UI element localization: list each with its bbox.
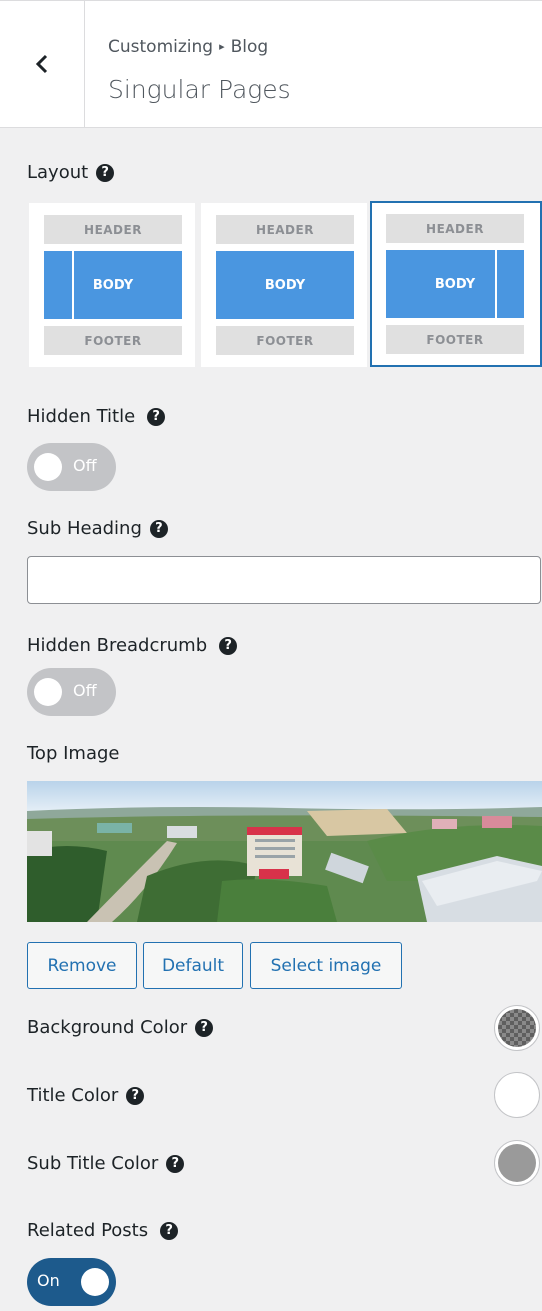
hidden-title-toggle[interactable]: Off xyxy=(27,443,116,491)
layout-option-right-sidebar[interactable]: HEADER BODY FOOTER xyxy=(370,201,542,367)
sidebar-divider xyxy=(72,251,74,319)
page-title: Singular Pages xyxy=(108,75,291,104)
help-icon[interactable]: ? xyxy=(126,1086,145,1105)
select-image-button[interactable]: Select image xyxy=(250,942,402,989)
back-button[interactable] xyxy=(0,1,85,127)
toggle-knob xyxy=(81,1268,109,1296)
related-posts-toggle[interactable]: On xyxy=(27,1258,116,1306)
title-color-fill xyxy=(498,1076,536,1114)
layout-footer-block: FOOTER xyxy=(44,326,182,355)
related-posts-label: Related Posts ? xyxy=(27,1220,179,1241)
layout-option-no-sidebar[interactable]: HEADER BODY FOOTER xyxy=(201,203,367,367)
layout-body-block: BODY xyxy=(386,250,524,318)
layout-header-block: HEADER xyxy=(44,215,182,244)
hidden-title-label: Hidden Title ? xyxy=(27,406,166,427)
title-color-label: Title Color ? xyxy=(27,1085,145,1106)
sub-heading-label-text: Sub Heading xyxy=(27,518,142,539)
breadcrumb-section: Blog xyxy=(230,37,269,57)
toggle-knob xyxy=(34,678,62,706)
layout-body-block: BODY xyxy=(216,251,354,319)
toggle-knob xyxy=(34,453,62,481)
layout-header-block: HEADER xyxy=(216,215,354,244)
sub-title-color-fill xyxy=(498,1144,536,1182)
hidden-title-label-text: Hidden Title xyxy=(27,406,136,427)
layout-footer-block: FOOTER xyxy=(216,326,354,355)
customizer-header: Customizing ▸ Blog Singular Pages xyxy=(0,0,542,128)
chevron-left-icon xyxy=(35,54,48,74)
help-icon[interactable]: ? xyxy=(166,1154,185,1173)
hidden-breadcrumb-toggle[interactable]: Off xyxy=(27,668,116,716)
help-icon[interactable]: ? xyxy=(149,519,168,538)
help-icon[interactable]: ? xyxy=(195,1018,214,1037)
breadcrumb: Customizing ▸ Blog xyxy=(108,37,268,57)
toggle-state-label: Off xyxy=(73,456,97,475)
hidden-breadcrumb-label-text: Hidden Breadcrumb xyxy=(27,635,208,656)
background-color-label: Background Color ? xyxy=(27,1017,214,1038)
remove-image-button[interactable]: Remove xyxy=(27,942,137,989)
background-color-swatch[interactable] xyxy=(494,1005,540,1051)
default-image-button[interactable]: Default xyxy=(143,942,243,989)
layout-header-block: HEADER xyxy=(386,214,524,243)
help-icon[interactable]: ? xyxy=(96,163,115,182)
top-image-label: Top Image xyxy=(27,743,119,764)
layout-footer-block: FOOTER xyxy=(386,325,524,354)
sub-title-color-swatch[interactable] xyxy=(494,1140,540,1186)
sub-heading-input[interactable] xyxy=(27,556,541,604)
related-posts-label-text: Related Posts xyxy=(27,1220,149,1241)
transparent-checker-swatch xyxy=(498,1009,536,1047)
layout-label: Layout ? xyxy=(27,162,115,183)
title-color-label-text: Title Color xyxy=(27,1085,119,1106)
breadcrumb-root: Customizing xyxy=(108,37,214,57)
background-color-label-text: Background Color xyxy=(27,1017,188,1038)
toggle-state-label: On xyxy=(37,1271,60,1290)
help-icon[interactable]: ? xyxy=(147,407,166,426)
breadcrumb-separator: ▸ xyxy=(219,40,225,53)
layout-options: HEADER BODY FOOTER HEADER BODY FOOTER HE… xyxy=(29,201,542,368)
toggle-state-label: Off xyxy=(73,681,97,700)
title-color-swatch[interactable] xyxy=(494,1072,540,1118)
help-icon[interactable]: ? xyxy=(219,636,238,655)
layout-body-block: BODY xyxy=(44,251,182,319)
sidebar-divider xyxy=(495,250,497,318)
layout-option-left-sidebar[interactable]: HEADER BODY FOOTER xyxy=(29,203,195,367)
help-icon[interactable]: ? xyxy=(160,1221,179,1240)
sub-title-color-label-text: Sub Title Color xyxy=(27,1153,159,1174)
top-image-label-text: Top Image xyxy=(27,743,120,764)
sub-title-color-label: Sub Title Color ? xyxy=(27,1153,185,1174)
top-image-preview[interactable] xyxy=(27,781,542,922)
layout-label-text: Layout xyxy=(27,162,89,183)
hidden-breadcrumb-label: Hidden Breadcrumb ? xyxy=(27,635,238,656)
campus-aerial-photo xyxy=(27,781,542,922)
sub-heading-label: Sub Heading ? xyxy=(27,518,168,539)
